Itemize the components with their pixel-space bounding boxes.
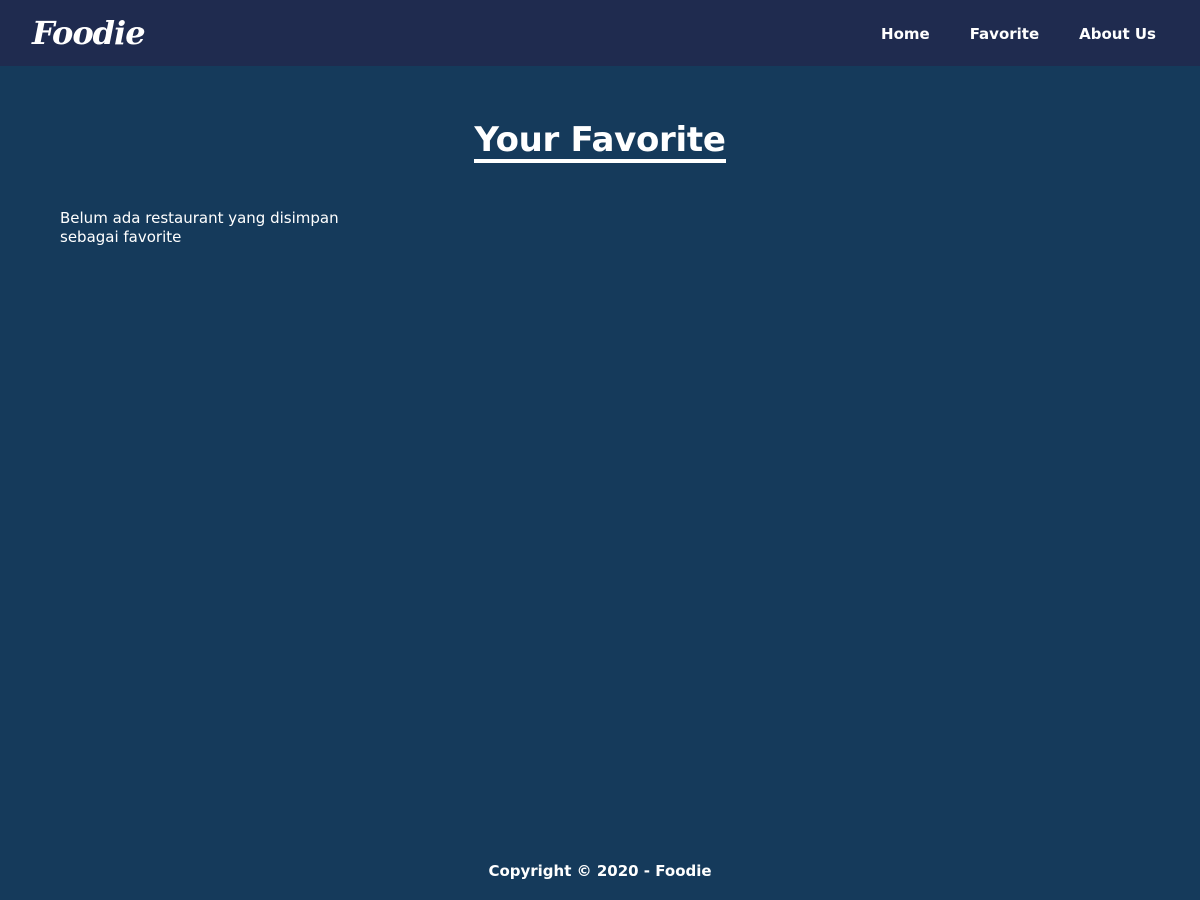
brand-logo[interactable]: Foodie	[32, 17, 146, 49]
navbar: Foodie Home Favorite About Us	[0, 0, 1200, 66]
page-title-wrapper: Your Favorite	[0, 121, 1200, 164]
nav-link-about-us[interactable]: About Us	[1079, 25, 1156, 43]
nav-link-home[interactable]: Home	[881, 25, 930, 43]
nav-item-favorite: Favorite	[970, 24, 1039, 43]
nav-item-about: About Us	[1079, 24, 1156, 43]
nav-link-favorite[interactable]: Favorite	[970, 25, 1039, 43]
nav-menu: Home Favorite About Us	[841, 24, 1168, 43]
main-content: Your Favorite Belum ada restaurant yang …	[0, 66, 1200, 846]
nav-item-home: Home	[881, 24, 930, 43]
page-title: Your Favorite	[474, 121, 726, 164]
empty-favorites-message: Belum ada restaurant yang disimpan sebag…	[60, 209, 339, 246]
footer: Copyright © 2020 - Foodie	[0, 842, 1200, 900]
copyright-text: Copyright © 2020 - Foodie	[488, 862, 712, 880]
